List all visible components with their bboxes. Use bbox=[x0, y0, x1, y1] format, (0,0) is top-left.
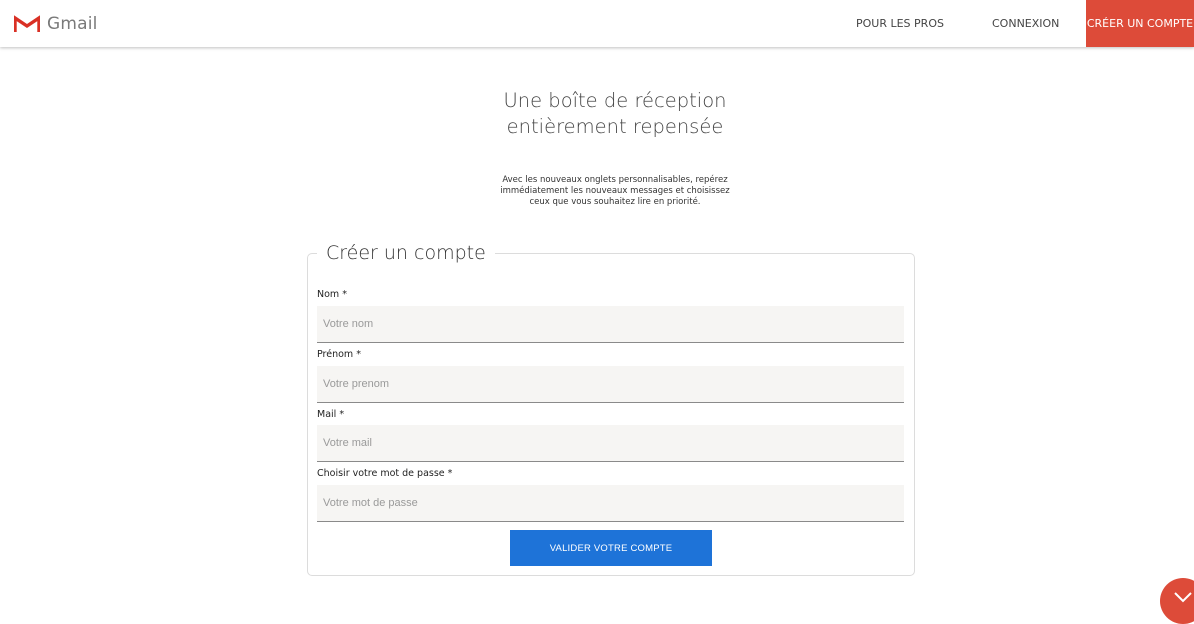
chevron-down-icon bbox=[1174, 592, 1192, 603]
password-label: Choisir votre mot de passe * bbox=[317, 468, 453, 479]
nav-create-account-button[interactable]: CRÉER UN COMPTE bbox=[1086, 0, 1194, 47]
hero-title-line: Une boîte de réception bbox=[503, 89, 727, 112]
password-input[interactable] bbox=[317, 485, 904, 522]
submit-account-button[interactable]: VALIDER VOTRE COMPTE bbox=[510, 530, 712, 566]
scroll-down-button[interactable] bbox=[1160, 578, 1194, 624]
firstname-input[interactable] bbox=[317, 366, 904, 403]
email-input[interactable] bbox=[317, 425, 904, 462]
firstname-label: Prénom * bbox=[317, 349, 361, 360]
hero-description-line: ceux que vous souhaitez lire en priorité… bbox=[529, 197, 701, 207]
name-input[interactable] bbox=[317, 306, 904, 343]
hero-description-line: immédiatement les nouveaux messages et c… bbox=[500, 186, 730, 196]
email-label: Mail * bbox=[317, 409, 345, 420]
brand-name: Gmail bbox=[47, 14, 98, 34]
top-navigation-bar: Gmail POUR LES PROS CONNEXION CRÉER UN C… bbox=[0, 0, 1194, 47]
name-label: Nom * bbox=[317, 289, 347, 300]
hero-title: Une boîte de réception entièrement repen… bbox=[0, 88, 1194, 140]
gmail-m-logo-icon bbox=[14, 15, 40, 32]
signup-form: Créer un compte bbox=[307, 242, 915, 576]
brand-logo[interactable]: Gmail bbox=[14, 14, 98, 34]
form-title: Créer un compte bbox=[326, 242, 486, 264]
hero-description-line: Avec les nouveaux onglets personnalisabl… bbox=[502, 175, 728, 185]
nav-link-login[interactable]: CONNEXION bbox=[992, 0, 1059, 47]
hero-description: Avec les nouveaux onglets personnalisabl… bbox=[0, 175, 1194, 208]
hero-title-line: entièrement repensée bbox=[506, 115, 724, 138]
nav-link-pros[interactable]: POUR LES PROS bbox=[856, 0, 944, 47]
